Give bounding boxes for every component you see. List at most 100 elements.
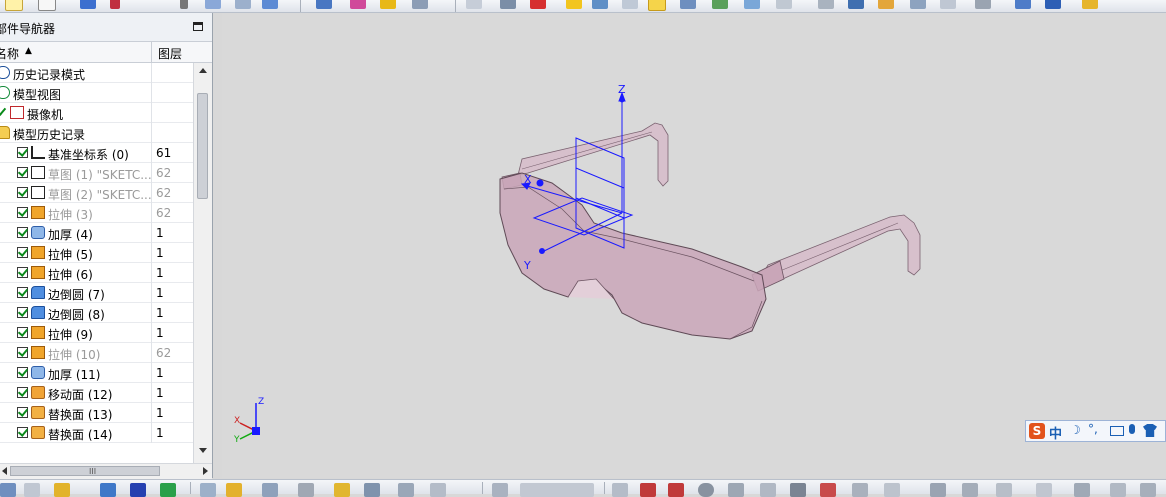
split-icon[interactable] bbox=[262, 483, 278, 497]
profile-icon[interactable] bbox=[612, 483, 628, 497]
arrow-icon[interactable] bbox=[975, 0, 991, 9]
ime-halfwidth-toggle[interactable]: ☽ bbox=[1070, 423, 1081, 437]
visibility-checkbox[interactable] bbox=[17, 387, 28, 398]
studio-icon[interactable] bbox=[744, 0, 760, 9]
tree-row[interactable]: 替换面 (13) 1 bbox=[0, 403, 193, 423]
visibility-checkbox[interactable] bbox=[17, 187, 28, 198]
tree-row[interactable]: 历史记录模式 bbox=[0, 63, 193, 83]
unite-icon[interactable] bbox=[160, 483, 176, 497]
shaded-icon[interactable] bbox=[566, 0, 582, 9]
tree-row[interactable]: 拉伸 (3) 62 bbox=[0, 203, 193, 223]
menu-icon[interactable] bbox=[0, 483, 16, 497]
tree-row[interactable]: 草图 (2) "SKETC... 62 bbox=[0, 183, 193, 203]
vertical-scrollbar[interactable] bbox=[193, 63, 212, 463]
extend-curve-icon[interactable] bbox=[1074, 483, 1090, 497]
tree-row[interactable]: 拉伸 (6) 1 bbox=[0, 263, 193, 283]
edge-display-icon[interactable] bbox=[622, 0, 638, 9]
hole-icon[interactable] bbox=[262, 0, 278, 9]
column-name-header[interactable]: 名称 bbox=[0, 45, 19, 62]
tree-row[interactable]: 边倒圆 (8) 1 bbox=[0, 303, 193, 323]
visibility-checkbox[interactable] bbox=[17, 287, 28, 298]
active-render-icon[interactable] bbox=[648, 0, 666, 11]
scroll-down-icon[interactable] bbox=[199, 448, 207, 453]
lock-icon[interactable] bbox=[334, 483, 350, 497]
trimetric-icon[interactable] bbox=[1045, 0, 1061, 9]
rectangle-icon[interactable] bbox=[790, 483, 806, 497]
column-divider[interactable] bbox=[151, 42, 152, 62]
model-canvas[interactable]: Z X Y bbox=[222, 13, 1166, 478]
visibility-checkbox[interactable] bbox=[17, 307, 28, 318]
feature-icon[interactable] bbox=[235, 0, 251, 9]
pattern-icon[interactable] bbox=[100, 483, 116, 497]
ime-punctuation-toggle[interactable]: °, bbox=[1088, 422, 1098, 436]
visibility-checkbox[interactable] bbox=[0, 107, 7, 118]
visibility-checkbox[interactable] bbox=[17, 407, 28, 418]
curve-icon[interactable] bbox=[205, 0, 221, 9]
material-icon[interactable] bbox=[878, 0, 894, 9]
offset-icon[interactable] bbox=[226, 483, 242, 497]
keyboard-icon[interactable] bbox=[1110, 426, 1124, 436]
line-icon[interactable] bbox=[640, 483, 656, 497]
skin-icon[interactable] bbox=[1143, 424, 1157, 437]
cube-view-icon[interactable] bbox=[1015, 0, 1031, 9]
spline-icon[interactable] bbox=[852, 483, 868, 497]
corner-icon[interactable] bbox=[1110, 483, 1126, 497]
blend-icon[interactable] bbox=[430, 483, 446, 497]
scroll-right-icon[interactable] bbox=[203, 467, 208, 475]
render-style-icon[interactable] bbox=[1082, 0, 1098, 9]
add-feature-icon[interactable] bbox=[54, 483, 70, 497]
tree-row[interactable]: 摄像机 bbox=[0, 103, 193, 123]
tree-row[interactable]: 加厚 (4) 1 bbox=[0, 223, 193, 243]
analysis-icon[interactable] bbox=[940, 0, 956, 9]
constraint-icon[interactable] bbox=[1140, 483, 1156, 497]
tree-row[interactable]: 加厚 (11) 1 bbox=[0, 363, 193, 383]
tree-row[interactable]: 拉伸 (10) 62 bbox=[0, 343, 193, 363]
add-icon[interactable] bbox=[180, 0, 188, 9]
visibility-checkbox[interactable] bbox=[17, 227, 28, 238]
visibility-checkbox[interactable] bbox=[17, 267, 28, 278]
maximize-icon[interactable] bbox=[193, 22, 203, 31]
zoom-icon[interactable] bbox=[500, 0, 516, 9]
tree-row[interactable]: 拉伸 (5) 1 bbox=[0, 243, 193, 263]
ime-status-bar[interactable]: S 中 ☽ °, bbox=[1025, 420, 1166, 442]
sketch-name-field[interactable] bbox=[520, 483, 594, 497]
visibility-checkbox[interactable] bbox=[17, 247, 28, 258]
view-triad[interactable]: Z X Y bbox=[234, 393, 278, 443]
visibility-checkbox[interactable] bbox=[17, 327, 28, 338]
visibility-checkbox[interactable] bbox=[17, 167, 28, 178]
tree-row[interactable]: 模型历史记录 bbox=[0, 123, 193, 143]
sort-ascending-icon[interactable]: ▲ bbox=[25, 46, 32, 56]
color-icon[interactable] bbox=[350, 0, 366, 9]
visibility-checkbox[interactable] bbox=[17, 147, 28, 158]
pattern-curve-icon[interactable] bbox=[962, 483, 978, 497]
column-layer-header[interactable]: 图层 bbox=[158, 45, 182, 62]
microphone-icon[interactable] bbox=[1129, 424, 1135, 434]
tree-row[interactable]: 拉伸 (9) 1 bbox=[0, 323, 193, 343]
measure-icon[interactable] bbox=[910, 0, 926, 9]
trim-curve-icon[interactable] bbox=[1036, 483, 1052, 497]
visibility-checkbox[interactable] bbox=[17, 347, 28, 358]
scrollbar-thumb[interactable] bbox=[197, 93, 208, 199]
view-icon[interactable] bbox=[412, 0, 428, 9]
tree-row[interactable]: 基准坐标系 (0) 61 bbox=[0, 143, 193, 163]
select-icon[interactable] bbox=[5, 0, 23, 11]
camera-view-icon[interactable] bbox=[848, 0, 864, 9]
sketch-tool-icon[interactable] bbox=[80, 0, 96, 9]
horizontal-scrollbar[interactable]: III bbox=[0, 463, 212, 479]
mirror-curve-icon[interactable] bbox=[996, 483, 1012, 497]
draft-icon[interactable] bbox=[364, 483, 380, 497]
rotate-icon[interactable] bbox=[530, 0, 546, 9]
shell-icon[interactable] bbox=[298, 483, 314, 497]
scroll-up-icon[interactable] bbox=[199, 68, 207, 73]
sogou-logo-icon[interactable]: S bbox=[1029, 423, 1045, 439]
offset-curve-icon[interactable] bbox=[930, 483, 946, 497]
perspective-icon[interactable] bbox=[680, 0, 696, 9]
tree-row[interactable]: 模型视图 bbox=[0, 83, 193, 103]
orient-icon[interactable] bbox=[818, 0, 834, 9]
visibility-checkbox[interactable] bbox=[17, 427, 28, 438]
visibility-checkbox[interactable] bbox=[17, 207, 28, 218]
point-icon[interactable] bbox=[884, 483, 900, 497]
mirror-icon[interactable] bbox=[130, 483, 146, 497]
arc-icon[interactable] bbox=[668, 483, 684, 497]
fit-view-icon[interactable] bbox=[466, 0, 482, 9]
